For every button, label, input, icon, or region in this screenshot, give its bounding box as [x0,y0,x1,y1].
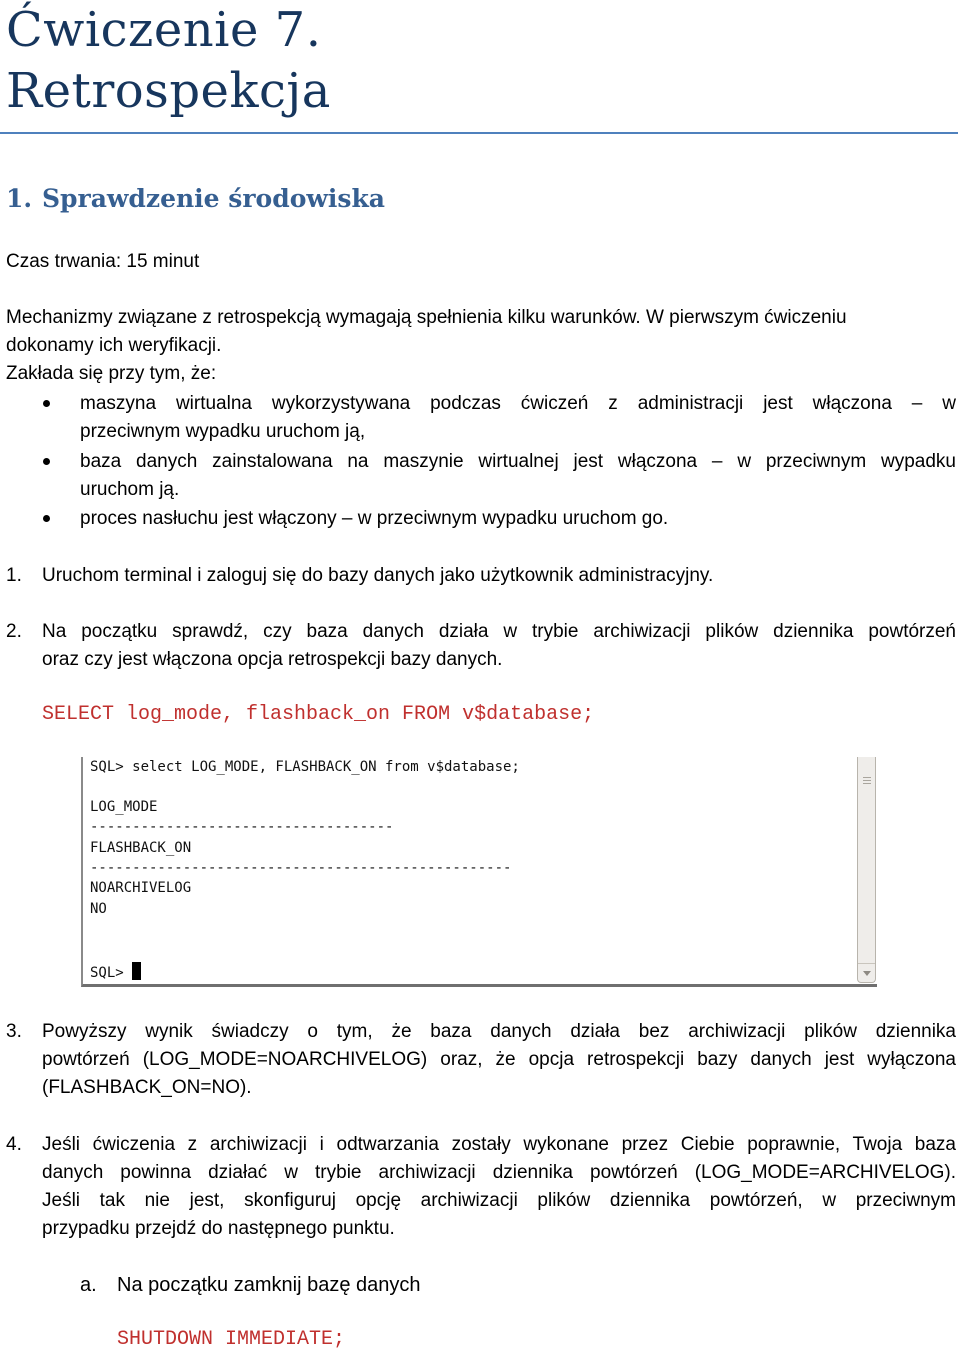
step-line: Jeśli tak nie jest, skonfiguruj opcję ar… [42,1190,956,1211]
step-number: 2. [6,621,22,642]
step-text: Na początku sprawdź, czy baza danych dzi… [42,618,956,674]
step-line: danych powinna działać w trybie archiwiz… [42,1162,956,1183]
section-title: Sprawdzenie środowiska [42,184,385,213]
terminal-line: ----------------------------------------… [90,860,512,876]
scrollbar-divider [858,963,875,964]
terminal-line: ------------------------------------ [90,819,394,835]
intro-paragraph: Mechanizmy związane z retrospekcją wymag… [6,304,956,388]
terminal-prompt: SQL> [90,962,142,981]
terminal-line: LOG_MODE [90,799,158,815]
document-title-line-1: Ćwiczenie 7. [6,2,322,58]
terminal-line: NO [90,901,107,917]
scroll-down-arrow-icon[interactable] [863,971,871,976]
bullet-item: proces nasłuchu jest włączony – w przeci… [80,505,956,533]
step-line: oraz czy jest włączona opcja retrospekcj… [42,649,503,670]
terminal-line: SQL> select LOG_MODE, FLASHBACK_ON from … [90,759,520,775]
step-number: 4. [6,1134,22,1155]
section-number: 1. [6,184,33,213]
sql-code-select: SELECT log_mode, flashback_on FROM v$dat… [42,703,595,726]
step-line: Jeśli ćwiczenia z archiwizacji i odtwarz… [42,1134,956,1155]
substep-text: Na początku zamknij bazę danych [117,1274,421,1296]
terminal-window: SQL> select LOG_MODE, FLASHBACK_ON from … [81,757,877,987]
cursor-icon [132,962,142,980]
step-text: Uruchom terminal i zaloguj się do bazy d… [42,562,956,590]
bullet-item: maszyna wirtualna wykorzystywana podczas… [80,390,956,446]
step-line: powtórzeń (LOG_MODE=NOARCHIVELOG) oraz, … [42,1049,956,1070]
terminal-line: NOARCHIVELOG [90,880,192,896]
bullet-line: maszyna wirtualna wykorzystywana podczas… [80,393,956,414]
duration-text: Czas trwania: 15 minut [6,251,200,272]
section-heading: 1. Sprawdzenie środowiska [6,184,385,213]
bullet-item: baza danych zainstalowana na maszynie wi… [80,448,956,504]
step-text: Jeśli ćwiczenia z archiwizacji i odtwarz… [42,1131,956,1243]
sql-code-shutdown: SHUTDOWN IMMEDIATE; [117,1328,346,1351]
step-line: (FLASHBACK_ON=NO). [42,1077,252,1098]
bullet-line: uruchom ją. [80,479,180,500]
substep-letter: a. [80,1274,97,1296]
terminal-line: FLASHBACK_ON [90,840,192,856]
scrollbar-grip-icon[interactable] [863,777,871,786]
intro-line: dokonamy ich weryfikacji. [6,335,222,356]
terminal-prompt-text: SQL> [90,965,133,981]
title-divider [0,132,958,134]
bullet-line: przeciwnym wypadku uruchom ją, [80,421,366,442]
step-line: przypadku przejdź do następnego punktu. [42,1218,395,1239]
bullet-icon [43,515,50,522]
intro-line: Zakłada się przy tym, że: [6,363,217,384]
bullet-line: proces nasłuchu jest włączony – w przeci… [80,508,669,529]
document-title-line-2: Retrospekcja [6,63,331,119]
intro-line: Mechanizmy związane z retrospekcją wymag… [6,307,847,328]
bullet-icon [43,400,50,407]
step-line: Powyższy wynik świadczy o tym, że baza d… [42,1021,956,1042]
step-number: 1. [6,565,22,586]
step-number: 3. [6,1021,22,1042]
bullet-icon [43,458,50,465]
step-text: Powyższy wynik świadczy o tym, że baza d… [42,1018,956,1102]
step-line: Uruchom terminal i zaloguj się do bazy d… [42,565,714,586]
step-line: Na początku sprawdź, czy baza danych dzi… [42,621,956,642]
bullet-line: baza danych zainstalowana na maszynie wi… [80,451,956,472]
terminal-scrollbar[interactable] [857,757,876,983]
